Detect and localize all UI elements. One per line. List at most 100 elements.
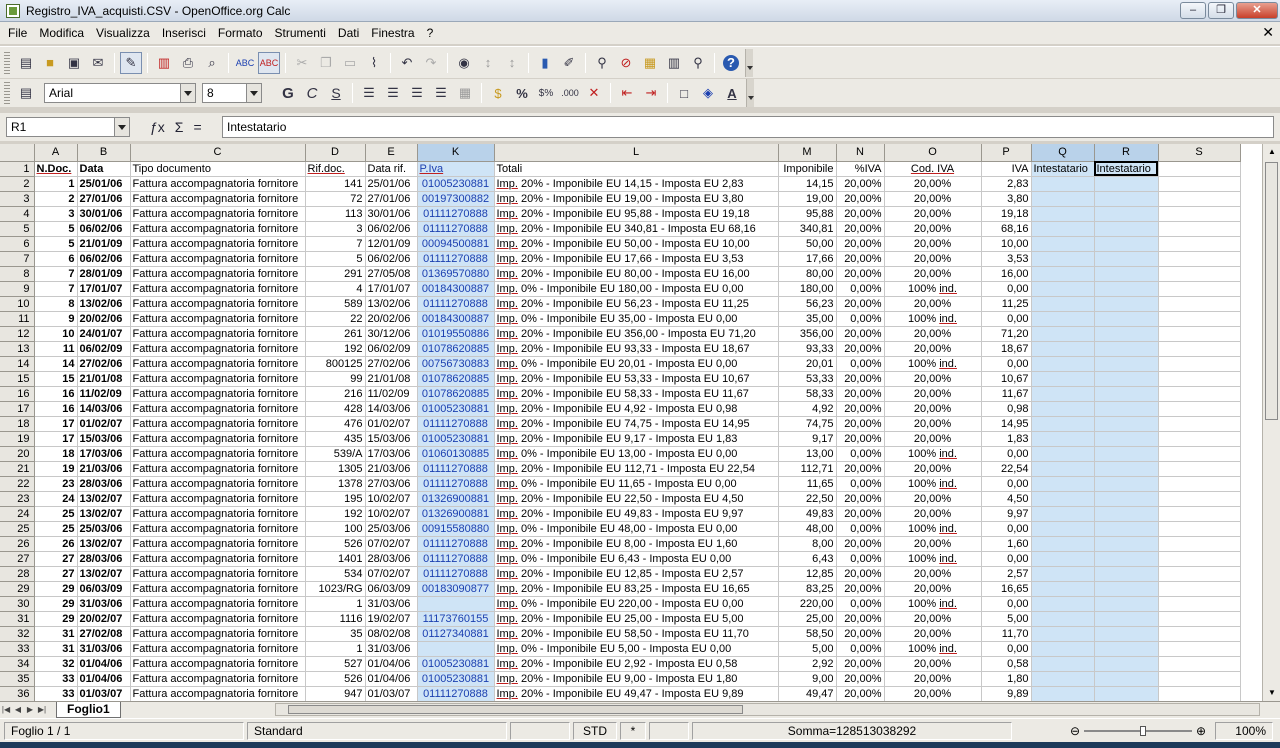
data-cell[interactable]	[1094, 641, 1159, 657]
data-cell[interactable]: 01127340881	[417, 626, 495, 642]
email-icon[interactable]: ✉	[87, 52, 109, 74]
data-cell[interactable]: Imp. 0% - Imponibile EU 6,43 - Imposta E…	[494, 551, 779, 567]
sort-descending-icon[interactable]: ↕	[501, 52, 523, 74]
data-cell[interactable]: 19	[34, 461, 78, 477]
data-cell[interactable]: Imp. 0% - Imponibile EU 180,00 - Imposta…	[494, 281, 779, 297]
data-cell[interactable]	[1094, 551, 1159, 567]
scroll-down-icon[interactable]: ▼	[1266, 687, 1278, 699]
data-cell[interactable]: 14/03/06	[365, 401, 418, 417]
data-cell[interactable]: 33	[34, 671, 78, 687]
data-cell[interactable]: 1	[305, 596, 366, 612]
data-cell[interactable]: 526	[305, 536, 366, 552]
row-header[interactable]: 29	[0, 581, 35, 597]
open-folder-icon[interactable]: ■	[39, 52, 61, 74]
header-cell[interactable]: P.Iva	[417, 161, 495, 177]
data-cell[interactable]: 9,00	[778, 671, 837, 687]
data-cell[interactable]	[1158, 371, 1241, 387]
row-header[interactable]: 30	[0, 596, 35, 612]
data-cell[interactable]: 01078620885	[417, 341, 495, 357]
data-cell[interactable]	[1094, 476, 1159, 492]
data-cell[interactable]	[1158, 641, 1241, 657]
data-cell[interactable]: 1401	[305, 551, 366, 567]
data-cell[interactable]: 01005230881	[417, 656, 495, 672]
data-cell[interactable]: 5,00	[981, 611, 1032, 627]
menu-finestra[interactable]: Finestra	[365, 22, 420, 44]
data-cell[interactable]: 0,00	[981, 446, 1032, 462]
data-cell[interactable]: 10,00	[981, 236, 1032, 252]
data-cell[interactable]	[1094, 371, 1159, 387]
row-header[interactable]: 14	[0, 356, 35, 372]
data-cell[interactable]: 25/03/06	[77, 521, 131, 537]
data-cell[interactable]	[1158, 281, 1241, 297]
data-cell[interactable]	[1031, 341, 1095, 357]
decrease-indent-icon[interactable]: ⇤	[616, 82, 638, 104]
data-cell[interactable]: 30/12/06	[365, 326, 418, 342]
data-cell[interactable]: 0,00%	[836, 551, 885, 567]
data-cell[interactable]: 20/02/07	[77, 611, 131, 627]
data-cell[interactable]	[1094, 566, 1159, 582]
data-cell[interactable]	[1031, 176, 1095, 192]
data-cell[interactable]	[1031, 266, 1095, 282]
data-cell[interactable]: 100% ind.	[884, 281, 982, 297]
data-cell[interactable]: 20,00%	[884, 296, 982, 312]
data-cell[interactable]: 1116	[305, 611, 366, 627]
data-cell[interactable]: 5	[34, 221, 78, 237]
data-cell[interactable]: Fattura accompagnatoria fornitore	[130, 236, 306, 252]
data-cell[interactable]	[1031, 326, 1095, 342]
data-cell[interactable]: 01005230881	[417, 401, 495, 417]
borders-icon[interactable]: □	[673, 82, 695, 104]
add-decimal-icon[interactable]: .000	[559, 82, 581, 104]
select-all-corner[interactable]	[0, 144, 35, 162]
data-cell[interactable]: 20,00%	[884, 416, 982, 432]
horizontal-scrollbar[interactable]	[275, 703, 1260, 716]
data-cell[interactable]: 1023/RG	[305, 581, 366, 597]
data-cell[interactable]: 100	[305, 521, 366, 537]
row-header[interactable]: 10	[0, 296, 35, 312]
data-cell[interactable]: 8	[34, 296, 78, 312]
data-cell[interactable]: 0,00	[981, 551, 1032, 567]
data-cell[interactable]: 10/02/07	[365, 491, 418, 507]
data-cell[interactable]: 12/01/09	[365, 236, 418, 252]
data-cell[interactable]: 17/03/06	[365, 446, 418, 462]
italic-button[interactable]: C	[301, 82, 323, 104]
data-cell[interactable]: 00094500881	[417, 236, 495, 252]
data-cell[interactable]: 0,00	[981, 476, 1032, 492]
menu-help[interactable]: ?	[421, 22, 440, 44]
data-cell[interactable]: 24	[34, 491, 78, 507]
data-cell[interactable]: 20,00%	[884, 371, 982, 387]
data-cell[interactable]: Imp. 0% - Imponibile EU 20,01 - Imposta …	[494, 356, 779, 372]
data-cell[interactable]: 01326900881	[417, 506, 495, 522]
data-cell[interactable]: 2,83	[981, 176, 1032, 192]
data-cell[interactable]: 31/03/06	[77, 641, 131, 657]
data-cell[interactable]: 4,50	[981, 491, 1032, 507]
function-wizard-icon[interactable]: ƒx	[150, 119, 165, 135]
data-cell[interactable]: 100% ind.	[884, 641, 982, 657]
show-draw-functions-icon[interactable]: ✐	[558, 52, 580, 74]
data-cell[interactable]: Fattura accompagnatoria fornitore	[130, 296, 306, 312]
data-cell[interactable]: 0,00%	[836, 281, 885, 297]
data-cell[interactable]: 11,25	[981, 296, 1032, 312]
data-cell[interactable]: 0,00%	[836, 641, 885, 657]
data-cell[interactable]: Imp. 20% - Imponibile EU 49,47 - Imposta…	[494, 686, 779, 701]
column-header[interactable]: B	[77, 144, 131, 162]
data-cell[interactable]: 20,00%	[884, 566, 982, 582]
data-cell[interactable]: 01111270888	[417, 206, 495, 222]
data-cell[interactable]	[1031, 536, 1095, 552]
data-cell[interactable]: 20,00%	[836, 656, 885, 672]
percent-format-icon[interactable]: %	[511, 82, 533, 104]
data-cell[interactable]	[1158, 521, 1241, 537]
increase-indent-icon[interactable]: ⇥	[640, 82, 662, 104]
data-cell[interactable]: 20,00%	[884, 191, 982, 207]
autospellcheck-icon[interactable]: ABC	[258, 51, 280, 74]
data-cell[interactable]	[1158, 206, 1241, 222]
chevron-down-icon[interactable]	[114, 118, 129, 136]
row-header[interactable]: 27	[0, 551, 35, 567]
close-button[interactable]: ✕	[1236, 2, 1278, 19]
data-cell[interactable]	[1158, 596, 1241, 612]
row-header[interactable]: 6	[0, 236, 35, 252]
help-icon[interactable]: ?	[720, 52, 742, 74]
data-cell[interactable]: 27/05/08	[365, 266, 418, 282]
data-cell[interactable]	[1031, 371, 1095, 387]
bold-button[interactable]: G	[277, 82, 299, 104]
data-cell[interactable]: 06/02/06	[77, 221, 131, 237]
